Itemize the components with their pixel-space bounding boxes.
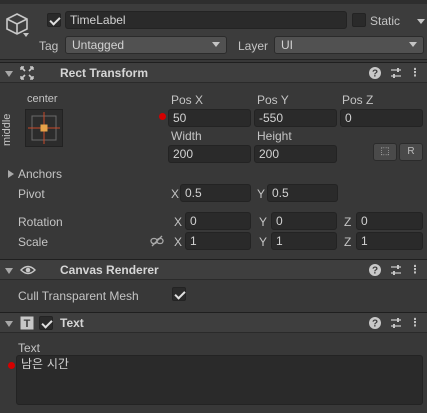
context-menu-icon[interactable]: ⋮ — [408, 263, 422, 277]
tag-dropdown[interactable]: Untagged — [65, 36, 227, 54]
next-section-edge — [0, 408, 427, 413]
width-field[interactable]: 200 — [168, 145, 251, 163]
pos-x-field[interactable]: 50 — [168, 109, 251, 127]
anchor-presets-button[interactable] — [25, 109, 63, 147]
chevron-down-icon[interactable] — [23, 33, 29, 37]
text-enabled-toggle[interactable] — [39, 316, 53, 330]
foldout-arrow-icon[interactable] — [5, 321, 13, 327]
scale-y-axis: Y — [259, 235, 268, 249]
eye-icon — [20, 263, 36, 277]
presets-icon[interactable] — [389, 66, 403, 80]
text-field-label: Text — [18, 341, 41, 355]
rect-transform-icon — [20, 66, 34, 80]
scale-label: Scale — [18, 235, 49, 249]
static-checkbox[interactable] — [352, 13, 366, 27]
rotation-label: Rotation — [18, 215, 63, 229]
constrain-proportions-icon[interactable] — [150, 235, 164, 247]
scale-x-axis: X — [174, 235, 183, 249]
gameobject-name-field[interactable]: TimeLabel — [65, 11, 347, 29]
override-indicator-icon — [159, 113, 166, 120]
scale-x-field[interactable]: 1 — [185, 232, 251, 250]
presets-icon[interactable] — [389, 263, 403, 277]
cull-transparent-mesh-checkbox[interactable] — [172, 287, 186, 301]
pos-z-label: Pos Z — [342, 93, 374, 107]
canvas-renderer-header[interactable]: Canvas Renderer ? ⋮ — [0, 259, 427, 280]
context-menu-icon[interactable]: ⋮ — [408, 66, 422, 80]
active-toggle[interactable] — [47, 13, 61, 27]
pos-y-label: Pos Y — [257, 93, 289, 107]
text-component-title: Text — [60, 316, 84, 330]
pivot-y-axis: Y — [257, 187, 266, 201]
text-content-area[interactable]: 남은 시간 — [16, 355, 423, 405]
rotation-y-field[interactable]: 0 — [271, 212, 337, 230]
height-label: Height — [257, 129, 292, 143]
canvas-renderer-title: Canvas Renderer — [60, 263, 159, 277]
layer-dropdown[interactable]: UI — [274, 36, 424, 54]
rotation-x-axis: X — [174, 215, 183, 229]
blueprint-mode-button[interactable]: ⬚ — [373, 143, 397, 161]
scale-z-axis: Z — [344, 235, 352, 249]
anchor-preset-side-label: middle — [1, 113, 13, 146]
scale-z-field[interactable]: 1 — [356, 232, 423, 250]
rotation-z-axis: Z — [344, 215, 352, 229]
chevron-down-icon — [409, 42, 417, 47]
help-icon[interactable]: ? — [368, 316, 382, 330]
help-icon[interactable]: ? — [368, 66, 382, 80]
text-component-icon: T — [20, 316, 34, 330]
svg-text:?: ? — [372, 266, 378, 277]
tag-label: Tag — [39, 39, 59, 53]
context-menu-icon[interactable]: ⋮ — [408, 316, 422, 330]
rect-transform-title: Rect Transform — [60, 66, 149, 80]
pos-z-field[interactable]: 0 — [340, 109, 423, 127]
top-strip — [0, 0, 427, 4]
pivot-x-field[interactable]: 0.5 — [180, 184, 251, 202]
pos-y-field[interactable]: -550 — [254, 109, 337, 127]
text-component-header[interactable]: T Text ? ⋮ — [0, 312, 427, 333]
foldout-arrow-icon[interactable] — [5, 71, 13, 77]
height-field[interactable]: 200 — [254, 145, 337, 163]
anchors-label[interactable]: Anchors — [18, 167, 62, 181]
pivot-y-field[interactable]: 0.5 — [267, 184, 338, 202]
rotation-z-field[interactable]: 0 — [356, 212, 423, 230]
static-label: Static — [370, 14, 401, 28]
anchors-foldout-icon[interactable] — [8, 170, 14, 178]
rect-transform-header[interactable]: Rect Transform ? ⋮ — [0, 62, 427, 83]
raw-edit-button[interactable]: R — [399, 143, 423, 161]
help-icon[interactable]: ? — [368, 263, 382, 277]
scale-y-field[interactable]: 1 — [271, 232, 337, 250]
svg-text:T: T — [24, 318, 31, 330]
cull-transparent-mesh-label: Cull Transparent Mesh — [18, 289, 139, 303]
svg-text:?: ? — [372, 319, 378, 330]
rotation-x-field[interactable]: 0 — [185, 212, 251, 230]
presets-icon[interactable] — [389, 316, 403, 330]
anchor-preset-top-label: center — [27, 93, 58, 105]
pos-x-label: Pos X — [171, 93, 204, 107]
override-indicator-icon — [8, 362, 15, 369]
chevron-down-icon — [212, 42, 220, 47]
foldout-arrow-icon[interactable] — [5, 268, 13, 274]
pivot-label: Pivot — [18, 187, 45, 201]
pivot-x-axis: X — [171, 187, 180, 201]
layer-label: Layer — [238, 39, 269, 53]
width-label: Width — [171, 129, 202, 143]
static-dropdown-arrow[interactable] — [417, 19, 425, 24]
layer-value: UI — [281, 38, 293, 52]
tag-value: Untagged — [72, 38, 125, 52]
svg-text:?: ? — [372, 69, 378, 80]
rotation-y-axis: Y — [259, 215, 268, 229]
